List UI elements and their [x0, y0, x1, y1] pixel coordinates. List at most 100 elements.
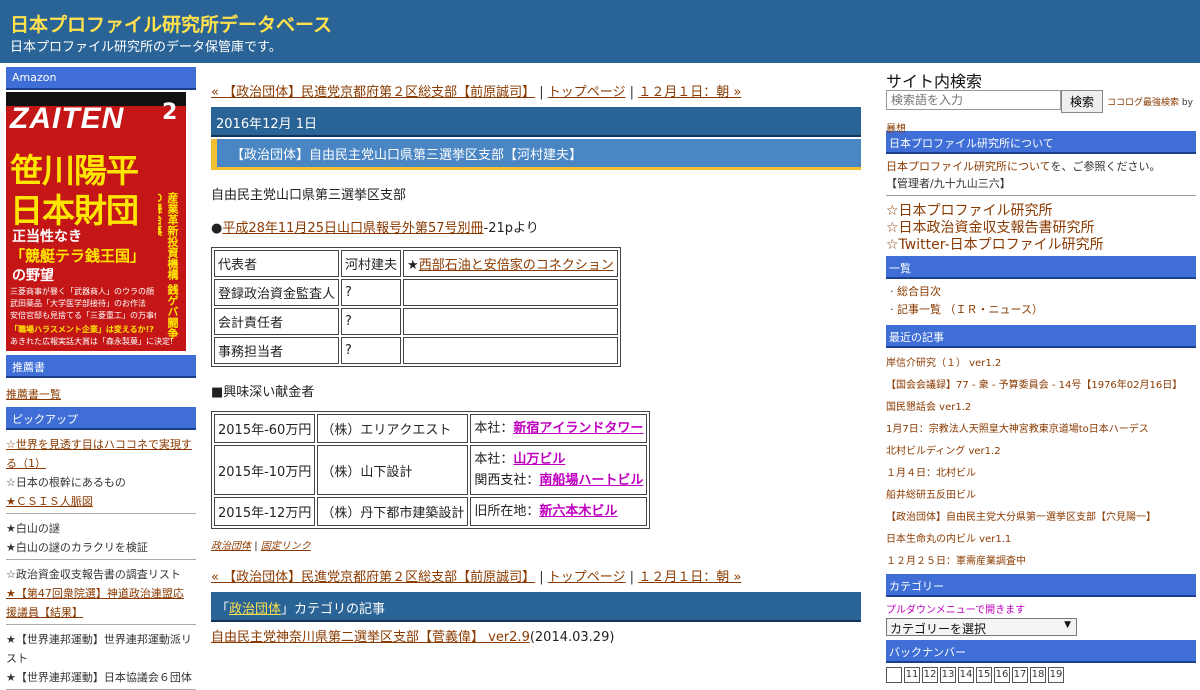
recent-article-link[interactable]: １２月２５日：軍需産業調査中: [886, 556, 1026, 567]
officer-note: [403, 279, 618, 306]
backnumber-cell[interactable]: 16: [994, 667, 1010, 683]
bullet-icon: ·: [890, 303, 897, 316]
article-nav-bottom: « 【政治団体】民進党京都府第２区総支部【前原誠司】 | トップページ | １２…: [211, 566, 861, 585]
search-title: サイト内検索: [886, 72, 983, 91]
nav-separator: |: [539, 570, 544, 585]
officer-note-link[interactable]: 西部石油と安倍家のコネクション: [419, 258, 614, 273]
officer-role: 登録政治資金監査人: [214, 279, 340, 306]
pickup-text: ☆日本の根幹にあるもの: [6, 476, 126, 489]
backnumber-cell[interactable]: 19: [1048, 667, 1064, 683]
search-button[interactable]: 検索: [1061, 90, 1103, 113]
recent-article-link[interactable]: 北村ビルディング ver1.2: [886, 446, 1001, 457]
category-heading: カテゴリー: [886, 574, 1196, 597]
table-row: 登録政治資金監査人?: [214, 279, 618, 306]
permalink-link[interactable]: 固定リンク: [261, 541, 311, 552]
post-category-link[interactable]: 政治団体: [211, 541, 251, 552]
external-site-link[interactable]: ☆Twitter-日本プロファイル研究所: [886, 237, 1104, 253]
donor-location: 本社：山万ビル 関西支社：南船場ハートビル: [470, 445, 648, 495]
recent-article-link[interactable]: 船井総研五反田ビル: [886, 490, 976, 501]
donor-location: 本社：新宿アイランドタワー: [470, 414, 648, 443]
search-input[interactable]: [886, 90, 1061, 110]
category-articles-heading: 「政治団体」カテゴリの記事: [211, 592, 861, 622]
about-link[interactable]: 日本プロファイル研究所について: [886, 160, 1050, 173]
recent-article-link[interactable]: 日本生命丸の内ビル ver1.1: [886, 534, 1011, 545]
backnumber-cell[interactable]: [886, 667, 902, 683]
officer-note: [403, 337, 618, 364]
top-page-link-bottom[interactable]: トップページ: [548, 570, 626, 585]
building-link[interactable]: 山万ビル: [513, 452, 565, 467]
magazine-sub-3: の野望: [12, 268, 54, 284]
related-article-link[interactable]: 自由民主党神奈川県第二選挙区支部【菅義偉】 ver2.9: [211, 630, 530, 645]
magazine-cover-image[interactable]: ZAITEN 2 笹川陽平 日本財団 正当性なき 「競艇テラ銭王国」 の野望 産…: [6, 92, 186, 351]
prev-article-link[interactable]: « 【政治団体】民進党京都府第２区総支部【前原誠司】: [211, 85, 535, 100]
officers-table: 代表者 河村建夫 ★西部石油と安倍家のコネクション 登録政治資金監査人? 会計責任者? 事…: [211, 247, 621, 367]
backnumber-cell[interactable]: 11: [904, 667, 920, 683]
search-row: 検索 ココログ最強検索 by: [886, 90, 1196, 114]
list-item-link[interactable]: 記事一覧 （ＩＲ・ニュース）: [897, 303, 1043, 316]
pickup-text: ★白山の謎: [6, 522, 60, 535]
backnumber-cell[interactable]: 15: [976, 667, 992, 683]
backnumber-heading: バックナンバー: [886, 640, 1196, 663]
category-note: プルダウンメニューで開きます: [886, 605, 1026, 616]
category-heading-link[interactable]: 政治団体: [229, 602, 281, 617]
building-link[interactable]: 新宿アイランドタワー: [513, 421, 643, 436]
next-article-link-bottom[interactable]: １２月１日：朝 »: [638, 570, 741, 585]
recent-article-link[interactable]: １月４日：北村ビル: [886, 468, 976, 479]
related-article: 自由民主党神奈川県第二選挙区支部【菅義偉】 ver2.9(2014.03.29): [211, 626, 861, 645]
backnumber-cell[interactable]: 17: [1012, 667, 1028, 683]
search-credit-author[interactable]: 暴想: [886, 124, 906, 135]
pickup-link[interactable]: ★【第47回衆院選】神道政治連盟応援議員【結果】: [6, 587, 184, 619]
donation-amount: 2015年-60万円: [214, 414, 316, 443]
recent-article-link[interactable]: 岸信介研究（１） ver1.2: [886, 358, 1001, 369]
officer-name: 河村建夫: [341, 250, 402, 277]
external-site-link[interactable]: ☆日本政治資金収支報告書研究所: [886, 220, 1095, 236]
post-title: 【政治団体】自由民主党山口県第三選挙区支部【河村建夫】: [211, 139, 861, 170]
recent-article-link[interactable]: 国民懇話会 ver1.2: [886, 402, 971, 413]
magazine-line-5: あきれた広報実話大賞は「森永製菓」に決定!: [10, 337, 174, 346]
backnumber-cell[interactable]: 13: [940, 667, 956, 683]
donation-amount: 2015年-12万円: [214, 497, 316, 526]
list-heading: 一覧: [886, 256, 1196, 279]
external-site-link[interactable]: ☆日本プロファイル研究所: [886, 203, 1053, 219]
pickup-text: ★白山の謎のカラクリを検証: [6, 541, 148, 554]
search-credit: ココログ最強検索 by: [1107, 98, 1193, 108]
backnumber-cell[interactable]: 12: [922, 667, 938, 683]
next-article-link[interactable]: １２月１日：朝 »: [638, 85, 741, 100]
category-select[interactable]: カテゴリーを選択 ▼: [886, 618, 1077, 636]
pickup-heading: ピックアップ: [6, 407, 196, 430]
nav-separator: |: [629, 85, 635, 100]
backnumber-cell[interactable]: 14: [958, 667, 974, 683]
backnumber-cell[interactable]: 18: [1030, 667, 1046, 683]
table-row: 2015年-10万円 （株）山下設計 本社：山万ビル 関西支社：南船場ハートビル: [214, 445, 648, 495]
pickup-link[interactable]: ★ＣＳＩＳ人脈図: [6, 495, 93, 508]
officer-name: ?: [341, 279, 402, 306]
article-nav-top: « 【政治団体】民進党京都府第２区総支部【前原誠司】 | トップページ | １２…: [211, 70, 861, 100]
main-content: « 【政治団体】民進党京都府第２区総支部【前原誠司】 | トップページ | １２…: [211, 70, 861, 645]
prev-article-link-bottom[interactable]: « 【政治団体】民進党京都府第２区総支部【前原誠司】: [211, 570, 535, 585]
top-page-link[interactable]: トップページ: [548, 85, 626, 100]
backnumber-calendar: 11 12 13 14 15 16 17 18 19: [886, 663, 1196, 686]
building-link[interactable]: 南船場ハートビル: [539, 473, 643, 488]
donor-name: （株）エリアクエスト: [317, 414, 469, 443]
officer-name: ?: [341, 308, 402, 335]
officer-note: [403, 308, 618, 335]
source-suffix: -21pより: [483, 221, 539, 236]
post-footer: 政治団体 | 固定リンク: [211, 541, 311, 552]
donations-table: 2015年-60万円 （株）エリアクエスト 本社：新宿アイランドタワー 2015年-1…: [211, 411, 651, 529]
list-item-link[interactable]: 総合目次: [897, 285, 941, 298]
table-row: 2015年-12万円 （株）丹下都市建築設計 旧所在地：新六本木ビル: [214, 497, 648, 526]
building-link[interactable]: 新六本木ビル: [539, 504, 617, 519]
source-document-link[interactable]: 平成28年11月25日山口県報号外第57号別冊: [222, 221, 483, 236]
officer-role: 会計責任者: [214, 308, 340, 335]
search-credit-link[interactable]: ココログ最強検索: [1107, 98, 1179, 108]
pickup-group: ☆世界を見透す目はハココネで実現する（1） ☆日本の根幹にあるもの ★ＣＳＩＳ人脈図: [6, 430, 196, 514]
site-title[interactable]: 日本プロファイル研究所データベース: [10, 10, 332, 37]
recent-article-link[interactable]: 1月7日：宗教法人天照皇大神宮教東京道場to日本ハーデス: [886, 424, 1149, 435]
pickup-link[interactable]: ☆世界を見透す目はハココネで実現する（1）: [6, 438, 192, 470]
magazine-sub-2: 「競艇テラ銭王国」: [10, 247, 146, 265]
recent-article-link[interactable]: 【政治団体】自由民主党大分県第一選挙区支部【穴見陽一】: [886, 512, 1156, 523]
site-description: 日本プロファイル研究所のデータ保管庫です。: [10, 40, 282, 55]
table-row: 会計責任者?: [214, 308, 618, 335]
books-list-link[interactable]: 推薦書一覧: [6, 388, 61, 401]
recent-article-link[interactable]: 【国会会議録】77 - 衆 - 予算委員会 - 14号【1976年02月16日】: [886, 380, 1182, 391]
